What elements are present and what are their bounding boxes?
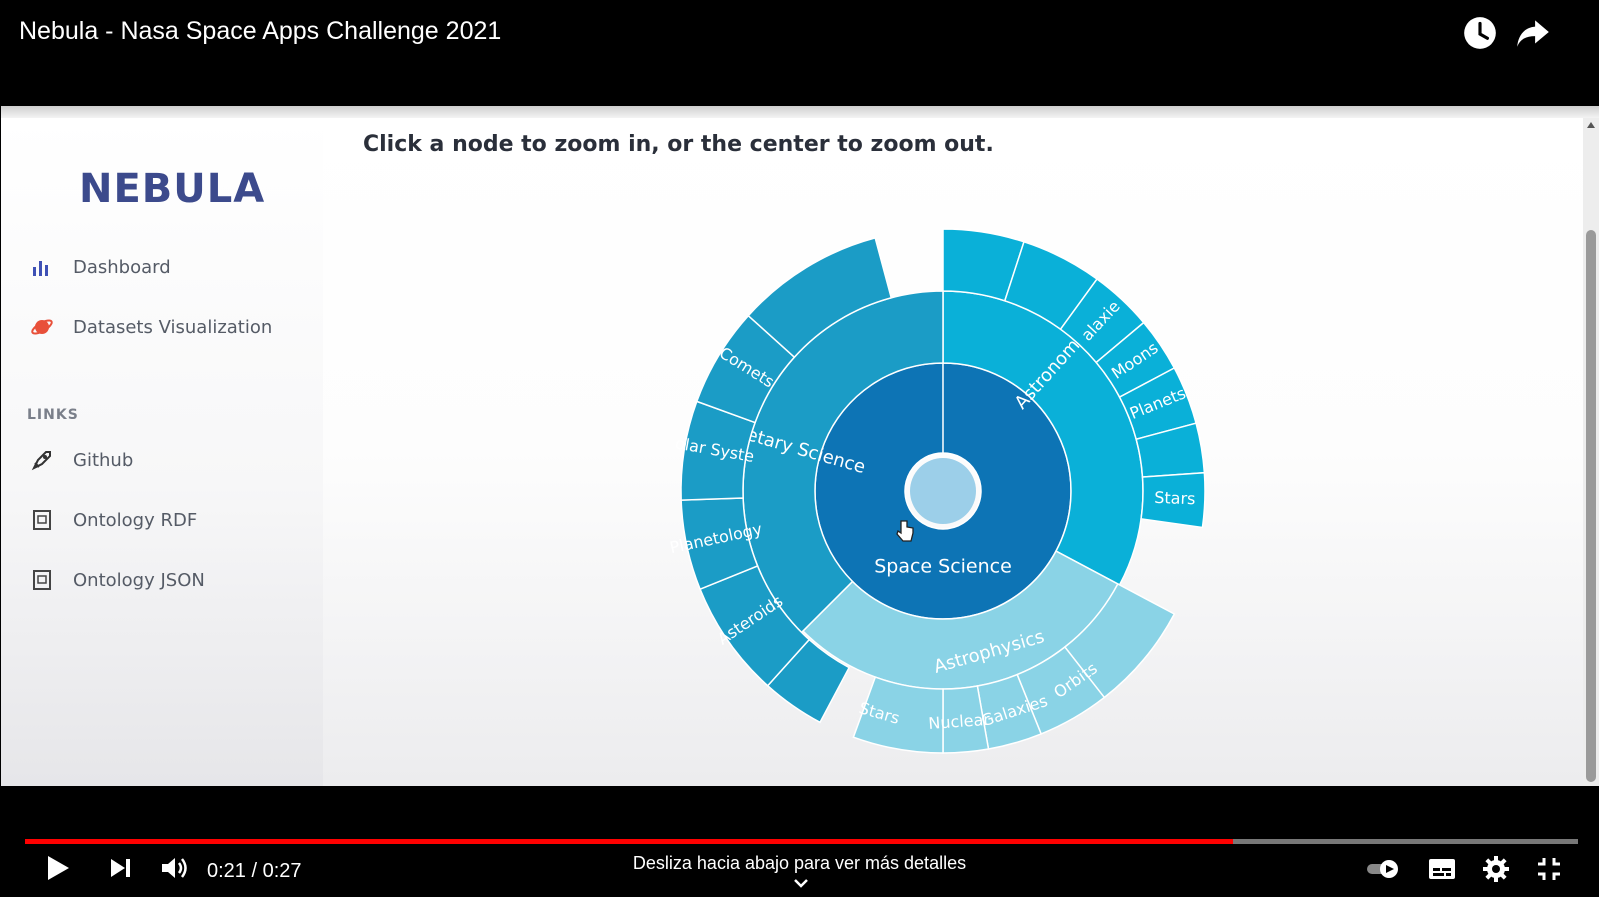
watch-later-icon[interactable]	[1461, 14, 1499, 52]
app-sidebar: NEBULA Dashboard Datasets Visualization …	[1, 118, 323, 786]
share-icon[interactable]	[1514, 14, 1552, 52]
document-icon	[27, 565, 57, 595]
exit-fullscreen-button[interactable]	[1536, 856, 1562, 882]
nav-datasets-visualization[interactable]: Datasets Visualization	[27, 312, 272, 342]
link-ontology-rdf[interactable]: Ontology RDF	[27, 505, 197, 535]
top-bar: Nebula - Nasa Space Apps Challenge 2021	[0, 0, 1599, 106]
link-ontology-json[interactable]: Ontology JSON	[27, 565, 205, 595]
scroll-up-arrow[interactable]	[1587, 122, 1595, 128]
sunburst-center-zoom-out[interactable]	[910, 458, 976, 524]
settings-button[interactable]	[1483, 856, 1509, 882]
nav-datasets-label: Datasets Visualization	[73, 316, 273, 338]
progress-bar[interactable]	[25, 839, 1578, 844]
video-title[interactable]: Nebula - Nasa Space Apps Challenge 2021	[19, 17, 501, 46]
subtitles-icon	[1429, 859, 1455, 879]
bar-chart-icon	[27, 252, 57, 282]
gear-icon	[1483, 856, 1509, 882]
video-frame[interactable]: NEBULA Dashboard Datasets Visualization …	[1, 106, 1599, 786]
nav-dashboard-label: Dashboard	[73, 256, 171, 278]
scroll-thumb[interactable]	[1586, 230, 1596, 782]
autoplay-toggle[interactable]	[1366, 858, 1400, 880]
autoplay-toggle-icon	[1367, 860, 1398, 878]
link-github-label: Github	[73, 449, 134, 471]
app-logo[interactable]: NEBULA	[79, 166, 265, 212]
sunburst-chart[interactable]: Space ScienceAstronomyAstrophysicsPlanet…	[323, 118, 1583, 786]
link-github[interactable]: Github	[27, 445, 133, 475]
player-controls: 0:21 / 0:27 Desliza hacia abajo para ver…	[0, 786, 1599, 897]
sunburst-root-label: Space Science	[874, 556, 1012, 578]
page-scrollbar[interactable]	[1583, 118, 1599, 786]
rocket-icon	[27, 445, 57, 475]
link-ontology-json-label: Ontology JSON	[73, 569, 205, 591]
subtitles-button[interactable]	[1428, 857, 1456, 881]
planet-icon	[27, 312, 57, 342]
exit-fullscreen-icon	[1538, 858, 1560, 880]
document-icon	[27, 505, 57, 535]
links-heading: LINKS	[27, 407, 79, 423]
nav-dashboard[interactable]: Dashboard	[27, 252, 171, 282]
sunburst-leaf-label-stars-astronomy: Stars	[1154, 488, 1196, 508]
chevron-down-icon[interactable]	[792, 876, 810, 888]
main-content: Click a node to zoom in, or the center t…	[323, 118, 1583, 786]
link-ontology-rdf-label: Ontology RDF	[73, 509, 198, 531]
swipe-hint[interactable]: Desliza hacia abajo para ver más detalle…	[0, 853, 1599, 874]
video-player: Nebula - Nasa Space Apps Challenge 2021 …	[0, 0, 1599, 897]
browser-edge	[1, 106, 1599, 118]
progress-played	[25, 839, 1233, 844]
